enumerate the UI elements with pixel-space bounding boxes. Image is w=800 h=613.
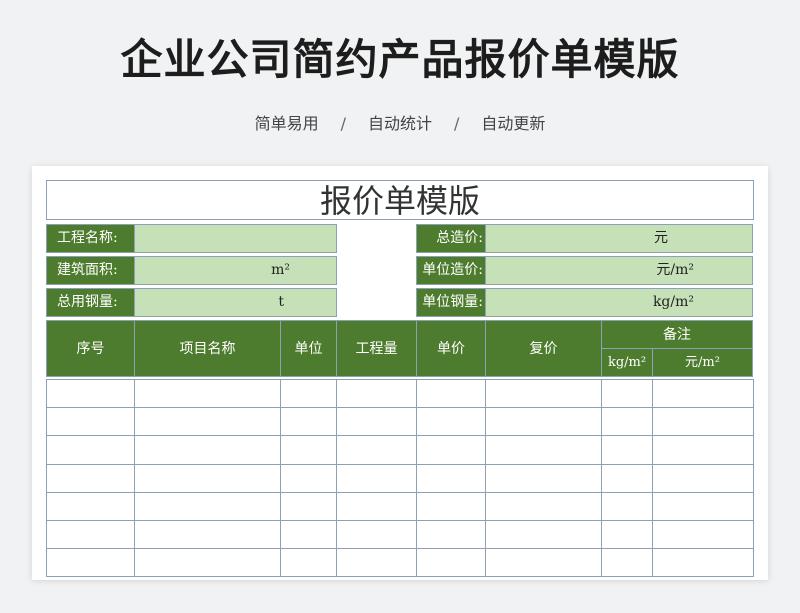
table-cell[interactable] (652, 435, 754, 465)
table-cell[interactable] (652, 407, 754, 437)
total-cost-field[interactable]: 元 (485, 224, 753, 253)
table-cell[interactable] (336, 435, 417, 465)
table-cell[interactable] (280, 548, 337, 578)
feature-tagline: 简单易用 / 自动统计 / 自动更新 (0, 112, 800, 136)
table-cell[interactable] (485, 491, 602, 521)
table-cell[interactable] (416, 407, 486, 437)
table-cell[interactable] (416, 379, 486, 409)
table-cell[interactable] (336, 463, 417, 493)
table-cell[interactable] (46, 463, 135, 493)
label-total-steel: 总用钢量: (46, 288, 135, 317)
table-cell[interactable] (336, 520, 417, 550)
table-cell[interactable] (280, 491, 337, 521)
table-cell[interactable] (134, 548, 281, 578)
sheet-title: 报价单模版 (46, 180, 754, 220)
table-cell[interactable] (46, 379, 135, 409)
quote-sheet: 报价单模版 工程名称: 建筑面积: m² 总用钢量: t 总造价: 元 单位造价… (32, 166, 768, 580)
table-cell[interactable] (280, 379, 337, 409)
total-cost-unit: 元 (654, 230, 668, 246)
page-title: 企业公司简约产品报价单模版 (120, 35, 680, 84)
table-cell[interactable] (134, 520, 281, 550)
table-cell[interactable] (485, 548, 602, 578)
feature-auto-stats: 自动统计 (367, 114, 432, 133)
label-project-name: 工程名称: (46, 224, 135, 253)
building-area-unit: m² (271, 262, 290, 278)
table-cell[interactable] (134, 379, 281, 409)
col-header-remarks-yuan: 元/m² (652, 348, 753, 377)
table-cell[interactable] (416, 491, 486, 521)
table-cell[interactable] (134, 491, 281, 521)
table-cell[interactable] (46, 491, 135, 521)
table-cell[interactable] (652, 520, 754, 550)
table-cell[interactable] (46, 548, 135, 578)
table-cell[interactable] (280, 520, 337, 550)
table-cell[interactable] (601, 491, 653, 521)
table-cell[interactable] (46, 520, 135, 550)
col-header-index: 序号 (46, 320, 135, 377)
col-header-quantity: 工程量 (336, 320, 417, 377)
table-cell[interactable] (416, 435, 486, 465)
table-cell[interactable] (134, 435, 281, 465)
table-cell[interactable] (280, 435, 337, 465)
col-header-remarks-kg: kg/m² (601, 348, 653, 377)
table-cell[interactable] (601, 548, 653, 578)
col-header-remarks: 备注 (601, 320, 753, 349)
table-cell[interactable] (601, 407, 653, 437)
table-cell[interactable] (652, 491, 754, 521)
table-cell[interactable] (485, 407, 602, 437)
col-header-unit-price: 单价 (416, 320, 486, 377)
table-cell[interactable] (416, 520, 486, 550)
table-cell[interactable] (280, 407, 337, 437)
total-steel-unit: t (278, 294, 284, 310)
separator: / (340, 114, 346, 133)
table-cell[interactable] (336, 548, 417, 578)
table-cell[interactable] (485, 463, 602, 493)
feature-easy: 简单易用 (254, 114, 319, 133)
table-cell[interactable] (416, 548, 486, 578)
total-steel-field[interactable]: t (134, 288, 337, 317)
table-cell[interactable] (601, 379, 653, 409)
separator: / (454, 114, 460, 133)
col-header-unit: 单位 (280, 320, 337, 377)
table-cell[interactable] (652, 548, 754, 578)
col-header-total-price: 复价 (485, 320, 602, 377)
table-cell[interactable] (601, 435, 653, 465)
table-cell[interactable] (280, 463, 337, 493)
table-cell[interactable] (46, 435, 135, 465)
label-building-area: 建筑面积: (46, 256, 135, 285)
table-cell[interactable] (601, 463, 653, 493)
table-cell[interactable] (601, 520, 653, 550)
table-cell[interactable] (134, 463, 281, 493)
table-cell[interactable] (652, 463, 754, 493)
table-cell[interactable] (46, 407, 135, 437)
unit-cost-field[interactable]: 元/m² (485, 256, 753, 285)
building-area-field[interactable]: m² (134, 256, 337, 285)
project-name-field[interactable] (134, 224, 337, 253)
unit-cost-unit: 元/m² (656, 262, 694, 278)
col-header-item-name: 项目名称 (134, 320, 281, 377)
table-cell[interactable] (336, 407, 417, 437)
unit-steel-unit: kg/m² (652, 294, 694, 310)
table-cell[interactable] (485, 435, 602, 465)
label-unit-cost: 单位造价: (416, 256, 486, 285)
table-cell[interactable] (336, 379, 417, 409)
label-total-cost: 总造价: (416, 224, 486, 253)
table-cell[interactable] (485, 520, 602, 550)
table-cell[interactable] (336, 491, 417, 521)
table-cell[interactable] (134, 407, 281, 437)
table-cell[interactable] (652, 379, 754, 409)
label-unit-steel: 单位钢量: (416, 288, 486, 317)
table-cell[interactable] (485, 379, 602, 409)
feature-auto-update: 自动更新 (481, 114, 546, 133)
table-cell[interactable] (416, 463, 486, 493)
unit-steel-field[interactable]: kg/m² (485, 288, 753, 317)
